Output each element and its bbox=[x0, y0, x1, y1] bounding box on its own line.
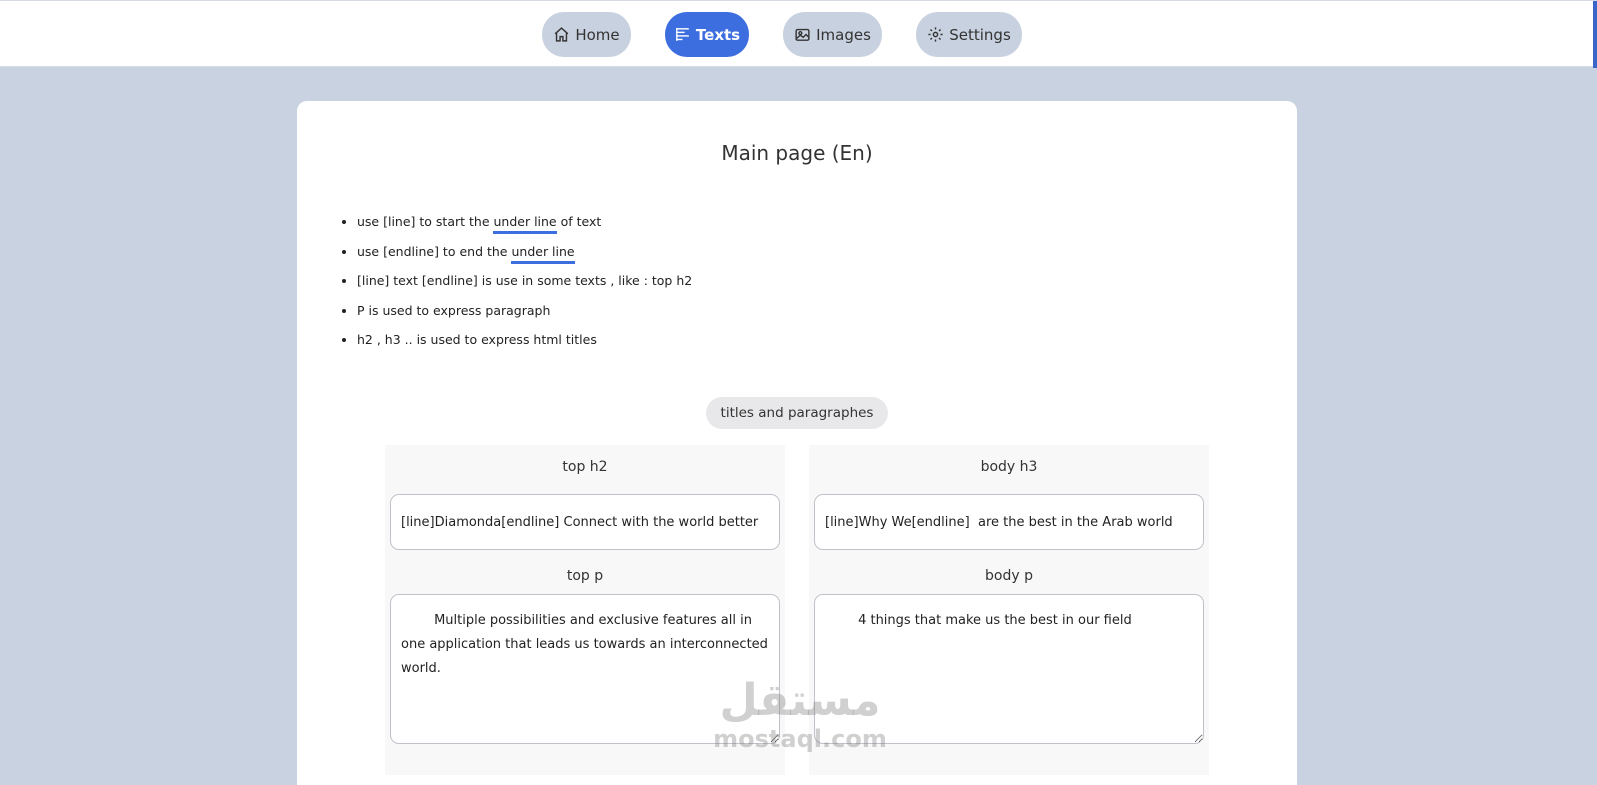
body-h3-input[interactable] bbox=[814, 494, 1204, 550]
top-p-label: top p bbox=[566, 568, 604, 584]
rule-text: P is used to express paragraph bbox=[357, 302, 551, 318]
nav-images-label: Images bbox=[816, 25, 871, 44]
top-h2-label: top h2 bbox=[562, 459, 608, 475]
body-h3-label: body h3 bbox=[980, 459, 1038, 475]
nav-texts-label: Texts bbox=[695, 25, 741, 44]
underline-example: under line bbox=[511, 243, 575, 264]
nav-home-button[interactable]: Home bbox=[542, 12, 631, 57]
home-icon bbox=[554, 27, 569, 42]
section-label: titles and paragraphes bbox=[706, 397, 888, 429]
top-h2-input[interactable] bbox=[390, 494, 780, 550]
nav-images-button[interactable]: Images bbox=[783, 12, 882, 57]
top-p-textarea[interactable]: Multiple possibilities and exclusive fea… bbox=[390, 594, 780, 744]
page-title: Main page (En) bbox=[721, 141, 873, 165]
gear-icon bbox=[928, 27, 943, 42]
left-fields-panel: top h2 top p Multiple possibilities and … bbox=[385, 445, 785, 775]
nav-texts-button[interactable]: Texts bbox=[665, 12, 749, 57]
text-format-icon bbox=[676, 28, 689, 41]
rule-text: h2 , h3 .. is used to express html title… bbox=[357, 332, 597, 347]
list-item: use [endline] to end the under line bbox=[357, 243, 692, 273]
rule-text: use [endline] to end the bbox=[357, 243, 512, 259]
right-fields-panel: body h3 body p 4 things that make us the… bbox=[809, 445, 1209, 775]
rule-text: use [line] to start the bbox=[357, 214, 494, 229]
list-item: P is used to express paragraph bbox=[357, 302, 692, 332]
images-icon bbox=[795, 28, 810, 41]
instructions-list: use [line] to start the under line of te… bbox=[339, 213, 692, 361]
nav-home-label: Home bbox=[575, 25, 620, 44]
rule-text: [line] text [endline] is use in some tex… bbox=[357, 273, 693, 288]
nav-settings-button[interactable]: Settings bbox=[916, 12, 1022, 57]
body-p-textarea[interactable]: 4 things that make us the best in our fi… bbox=[814, 594, 1204, 744]
top-nav-bar: Home Texts Images Settings bbox=[0, 0, 1597, 68]
list-item: h2 , h3 .. is used to express html title… bbox=[357, 331, 692, 361]
body-p-label: body p bbox=[985, 568, 1033, 584]
content-card: Main page (En) use [line] to start the u… bbox=[297, 101, 1297, 785]
list-item: use [line] to start the under line of te… bbox=[357, 213, 692, 243]
nav-settings-label: Settings bbox=[949, 25, 1011, 44]
scrollbar[interactable] bbox=[1593, 1, 1597, 68]
rule-text: of text bbox=[556, 214, 602, 229]
underline-example: under line bbox=[493, 213, 557, 234]
list-item: [line] text [endline] is use in some tex… bbox=[357, 272, 692, 302]
